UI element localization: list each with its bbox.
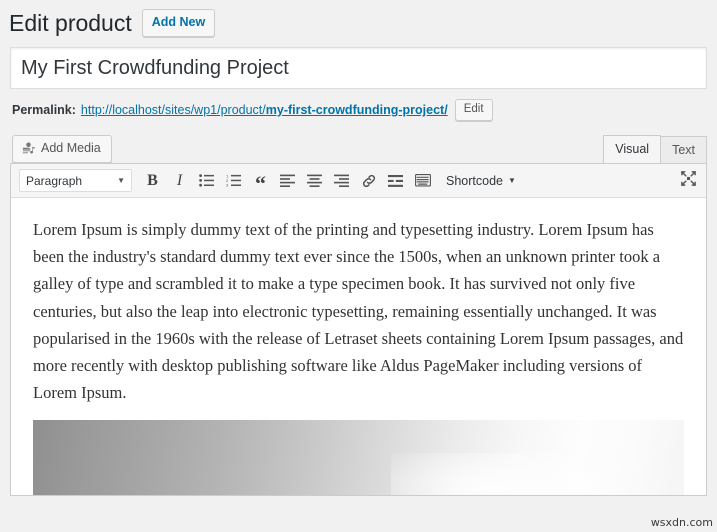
- editor-paragraph: Lorem Ipsum is simply dummy text of the …: [33, 220, 684, 403]
- shortcode-label: Shortcode: [446, 173, 503, 188]
- permalink-link[interactable]: http://localhost/sites/wp1/product/my-fi…: [81, 98, 448, 122]
- page-header: Edit product Add New: [0, 0, 717, 38]
- editor-wrapper: Add Media Visual Text Paragraph ▼ B I 1 …: [10, 133, 707, 496]
- permalink-row: Permalink: http://localhost/sites/wp1/pr…: [0, 89, 717, 122]
- add-media-label: Add Media: [41, 141, 101, 156]
- keyboard-toolbar-icon: [414, 174, 431, 187]
- align-left-button[interactable]: [274, 167, 301, 194]
- add-media-button[interactable]: Add Media: [12, 135, 112, 163]
- align-right-button[interactable]: [328, 167, 355, 194]
- add-new-button[interactable]: Add New: [141, 9, 216, 37]
- editor-container: Paragraph ▼ B I 1 2 3 “ Shortcode ▼ Lore…: [10, 163, 707, 496]
- editor-image[interactable]: [33, 419, 684, 495]
- permalink-label: Permalink:: [12, 103, 76, 117]
- permalink-url-prefix: http://localhost/sites/wp1/product/: [80, 103, 266, 117]
- permalink-slug: my-first-crowdfunding-project/: [265, 103, 448, 117]
- chevron-down-icon: ▼: [117, 175, 125, 185]
- bold-glyph: B: [147, 171, 158, 189]
- italic-button[interactable]: I: [166, 167, 193, 194]
- toolbar-toggle-button[interactable]: [409, 167, 436, 194]
- fullscreen-expand-icon: [680, 170, 697, 192]
- insert-link-button[interactable]: [355, 167, 382, 194]
- watermark: wsxdn.com: [650, 516, 713, 529]
- svg-text:3: 3: [226, 183, 229, 187]
- shortcode-dropdown[interactable]: Shortcode ▼: [446, 167, 516, 194]
- numbered-list-icon: 1 2 3: [226, 174, 241, 187]
- bulleted-list-button[interactable]: [193, 167, 220, 194]
- bold-button[interactable]: B: [139, 167, 166, 194]
- title-field-wrapper: [0, 38, 717, 89]
- format-select[interactable]: Paragraph ▼: [19, 169, 132, 192]
- edit-permalink-button[interactable]: Edit: [454, 98, 493, 122]
- image-highlight: [391, 453, 639, 495]
- align-right-icon: [334, 174, 349, 187]
- tab-text[interactable]: Text: [660, 135, 707, 164]
- blockquote-button[interactable]: “: [247, 164, 274, 197]
- tab-visual[interactable]: Visual: [603, 134, 662, 164]
- italic-glyph: I: [176, 171, 183, 189]
- bulleted-list-icon: [199, 174, 214, 187]
- media-and-tabs-row: Add Media Visual Text: [10, 133, 707, 164]
- editor-tabs: Visual Text: [603, 134, 707, 164]
- read-more-icon: [388, 174, 403, 187]
- editor-body[interactable]: Lorem Ipsum is simply dummy text of the …: [11, 198, 706, 495]
- page-title: Edit product: [9, 9, 132, 36]
- fullscreen-button[interactable]: [675, 167, 702, 194]
- align-left-icon: [280, 174, 295, 187]
- align-center-icon: [307, 174, 322, 187]
- media-icon: [21, 141, 36, 156]
- editor-toolbar: Paragraph ▼ B I 1 2 3 “ Shortcode ▼: [11, 164, 706, 198]
- chevron-down-icon: ▼: [507, 176, 516, 185]
- link-icon: [361, 173, 377, 189]
- align-center-button[interactable]: [301, 167, 328, 194]
- format-select-value: Paragraph: [26, 173, 83, 188]
- read-more-button[interactable]: [382, 167, 409, 194]
- post-title-input[interactable]: [10, 47, 707, 89]
- numbered-list-button[interactable]: 1 2 3: [220, 167, 247, 194]
